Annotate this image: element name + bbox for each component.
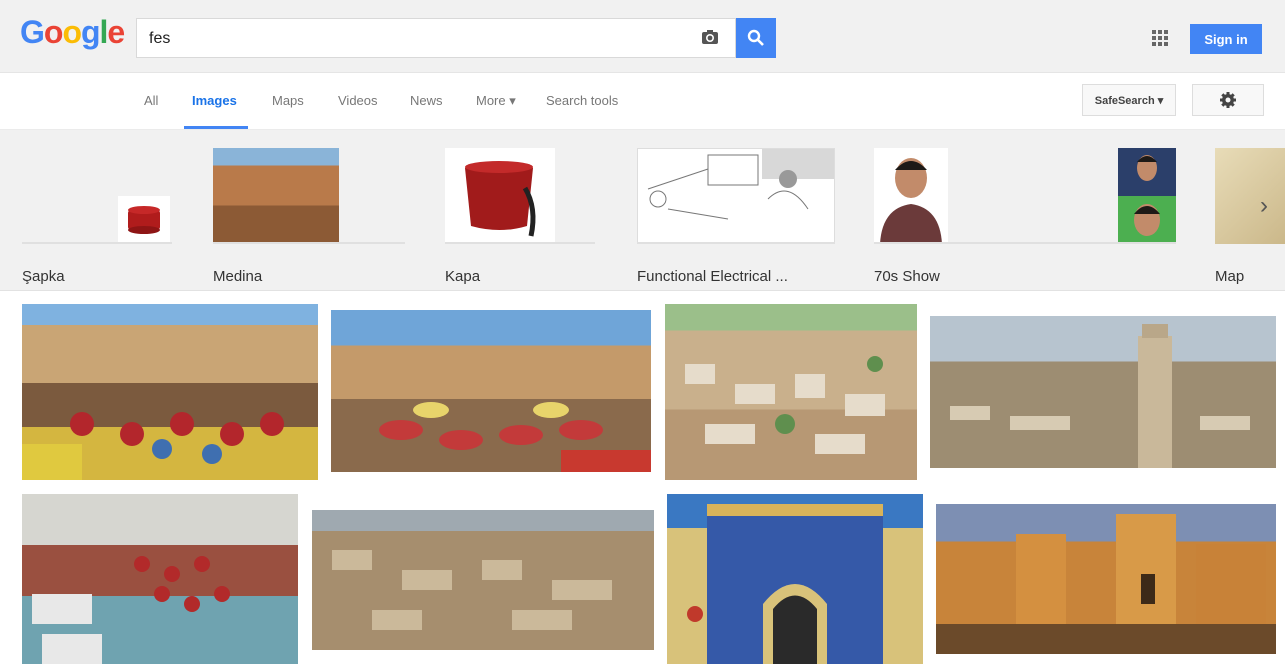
image-result[interactable] [930,316,1276,468]
tab-images[interactable]: Images [192,93,237,108]
related-label: 70s Show [874,268,940,285]
related-label: Kapa [445,268,481,285]
image-result[interactable] [22,494,298,664]
related-divider [445,242,595,244]
camera-icon[interactable] [700,27,720,47]
search-box[interactable] [136,18,736,58]
related-thumb-medina [213,148,339,244]
logo-letter: o [43,14,64,50]
tab-all[interactable]: All [144,93,158,108]
image-result[interactable] [936,504,1276,654]
tab-news[interactable]: News [410,93,443,108]
logo-letter: g [80,14,101,50]
gear-icon [1220,92,1236,108]
related-thumb-70s-show [874,148,948,244]
top-bar: Google Sign in [0,0,1285,73]
search-tabs: All Images Maps Videos News More ▾ Searc… [0,73,1285,130]
related-label: Map [1215,268,1245,285]
image-result[interactable] [665,304,917,480]
tab-maps[interactable]: Maps [272,93,304,108]
settings-button[interactable] [1192,84,1264,116]
image-result[interactable] [22,304,318,480]
apps-grid-icon[interactable] [1152,30,1168,46]
related-label: Functional Electrical ... [637,268,788,285]
logo-letter: o [62,14,82,50]
google-logo[interactable]: Google [20,14,125,51]
chevron-right-icon[interactable]: › [1260,192,1268,220]
search-icon [747,29,764,46]
related-label: Şapka [22,268,65,285]
related-thumb-sapka [118,196,170,242]
related-thumb-functional-electrical [637,148,835,244]
related-thumb-70s-show-3 [1118,196,1176,244]
image-result[interactable] [312,510,654,650]
logo-letter: e [107,14,125,50]
related-thumb-map [1215,148,1285,244]
related-divider [637,242,835,244]
related-thumb-70s-show-2 [1118,148,1176,196]
tab-videos[interactable]: Videos [338,93,378,108]
related-label: Medina [213,268,263,285]
related-divider [874,242,1176,244]
search-input[interactable] [147,27,691,51]
tab-more[interactable]: More ▾ [476,93,516,109]
related-searches-strip: Şapka Medina Kapa Functional Electrical … [0,130,1285,291]
tab-search-tools[interactable]: Search tools [546,93,618,108]
sign-in-button[interactable]: Sign in [1190,24,1262,54]
image-results-grid [0,290,1285,664]
related-divider [213,242,405,244]
related-thumb-kapa [445,148,555,244]
safe-search-button[interactable]: SafeSearch ▾ [1082,84,1176,116]
related-divider [22,242,172,244]
image-result[interactable] [667,494,923,664]
active-tab-indicator [184,126,248,129]
search-button[interactable] [736,18,776,58]
image-result[interactable] [331,310,651,472]
logo-letter: G [20,14,45,50]
